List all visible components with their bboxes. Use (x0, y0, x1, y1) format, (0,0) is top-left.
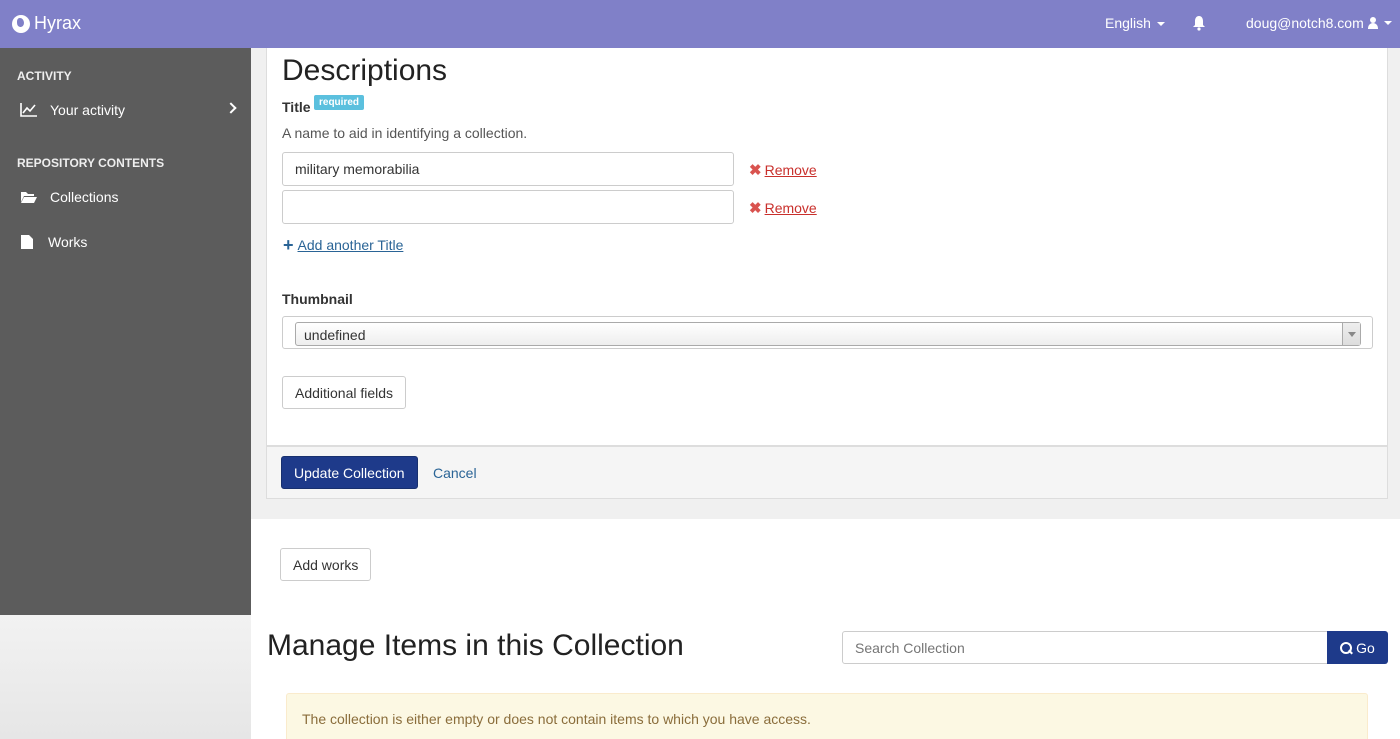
sidebar-item-works[interactable]: Works (0, 224, 251, 260)
remove-x-icon: ✖ (749, 200, 762, 217)
search-collection-input[interactable] (842, 631, 1328, 664)
remove-label: Remove (764, 162, 817, 178)
add-another-title-link[interactable]: + Add another Title (283, 235, 404, 255)
plus-icon: + (283, 235, 294, 255)
title-input-2[interactable] (282, 190, 734, 224)
sidebar-item-collections[interactable]: Collections (0, 179, 251, 215)
sidebar-heading-activity: ACTIVITY (17, 69, 72, 83)
file-icon (21, 235, 33, 249)
thumbnail-select[interactable]: undefined (295, 322, 1361, 346)
caret-down-icon (1383, 21, 1392, 25)
empty-collection-alert: The collection is either empty or does n… (286, 693, 1368, 739)
title-label: Title (282, 99, 311, 115)
search-icon (1340, 641, 1353, 654)
sidebar: ACTIVITY Your activity REPOSITORY CONTEN… (0, 48, 251, 615)
dropdown-arrow-icon[interactable] (1342, 323, 1360, 345)
thumbnail-selected-value: undefined (304, 327, 366, 343)
language-dropdown[interactable]: English (1105, 15, 1165, 31)
user-email: doug@notch8.com (1246, 15, 1364, 31)
sidebar-footer-area (0, 615, 251, 739)
sidebar-item-label: Your activity (50, 102, 125, 118)
remove-label: Remove (764, 200, 817, 216)
top-navbar: Hyrax English doug@notch8.com (0, 0, 1400, 48)
thumbnail-select-container: undefined (282, 316, 1373, 349)
search-go-button[interactable]: Go (1327, 631, 1388, 664)
additional-fields-button[interactable]: Additional fields (282, 376, 407, 409)
chevron-right-icon (225, 102, 237, 114)
sidebar-heading-repository: REPOSITORY CONTENTS (17, 156, 165, 170)
title-input-1[interactable]: military memorabilia (282, 152, 734, 186)
bell-icon[interactable] (1192, 15, 1206, 31)
remove-title-2[interactable]: ✖ Remove (749, 199, 817, 217)
sidebar-item-label: Collections (50, 189, 119, 205)
descriptions-heading: Descriptions (282, 54, 448, 87)
add-works-button[interactable]: Add works (280, 548, 372, 581)
remove-title-1[interactable]: ✖ Remove (749, 161, 817, 179)
globe-icon (12, 14, 30, 33)
sidebar-item-your-activity[interactable]: Your activity (0, 92, 251, 128)
manage-items-heading: Manage Items in this Collection (267, 629, 684, 662)
cancel-link[interactable]: Cancel (433, 465, 477, 481)
thumbnail-label: Thumbnail (282, 291, 353, 307)
title-help-text: A name to aid in identifying a collectio… (282, 125, 528, 141)
sidebar-item-label: Works (48, 234, 88, 250)
user-menu[interactable]: doug@notch8.com (1246, 15, 1392, 31)
add-another-label: Add another Title (297, 237, 404, 253)
remove-x-icon: ✖ (749, 162, 762, 179)
language-label: English (1105, 15, 1151, 31)
update-collection-button[interactable]: Update Collection (281, 456, 418, 489)
line-chart-icon (20, 103, 37, 117)
brand-link[interactable]: Hyrax (12, 13, 81, 34)
required-badge: required (314, 95, 365, 110)
go-label: Go (1356, 639, 1375, 656)
folder-open-icon (21, 192, 37, 203)
caret-down-icon (1156, 22, 1165, 27)
user-icon (1367, 17, 1378, 29)
descriptions-panel (266, 48, 1388, 446)
brand-label: Hyrax (34, 13, 82, 33)
